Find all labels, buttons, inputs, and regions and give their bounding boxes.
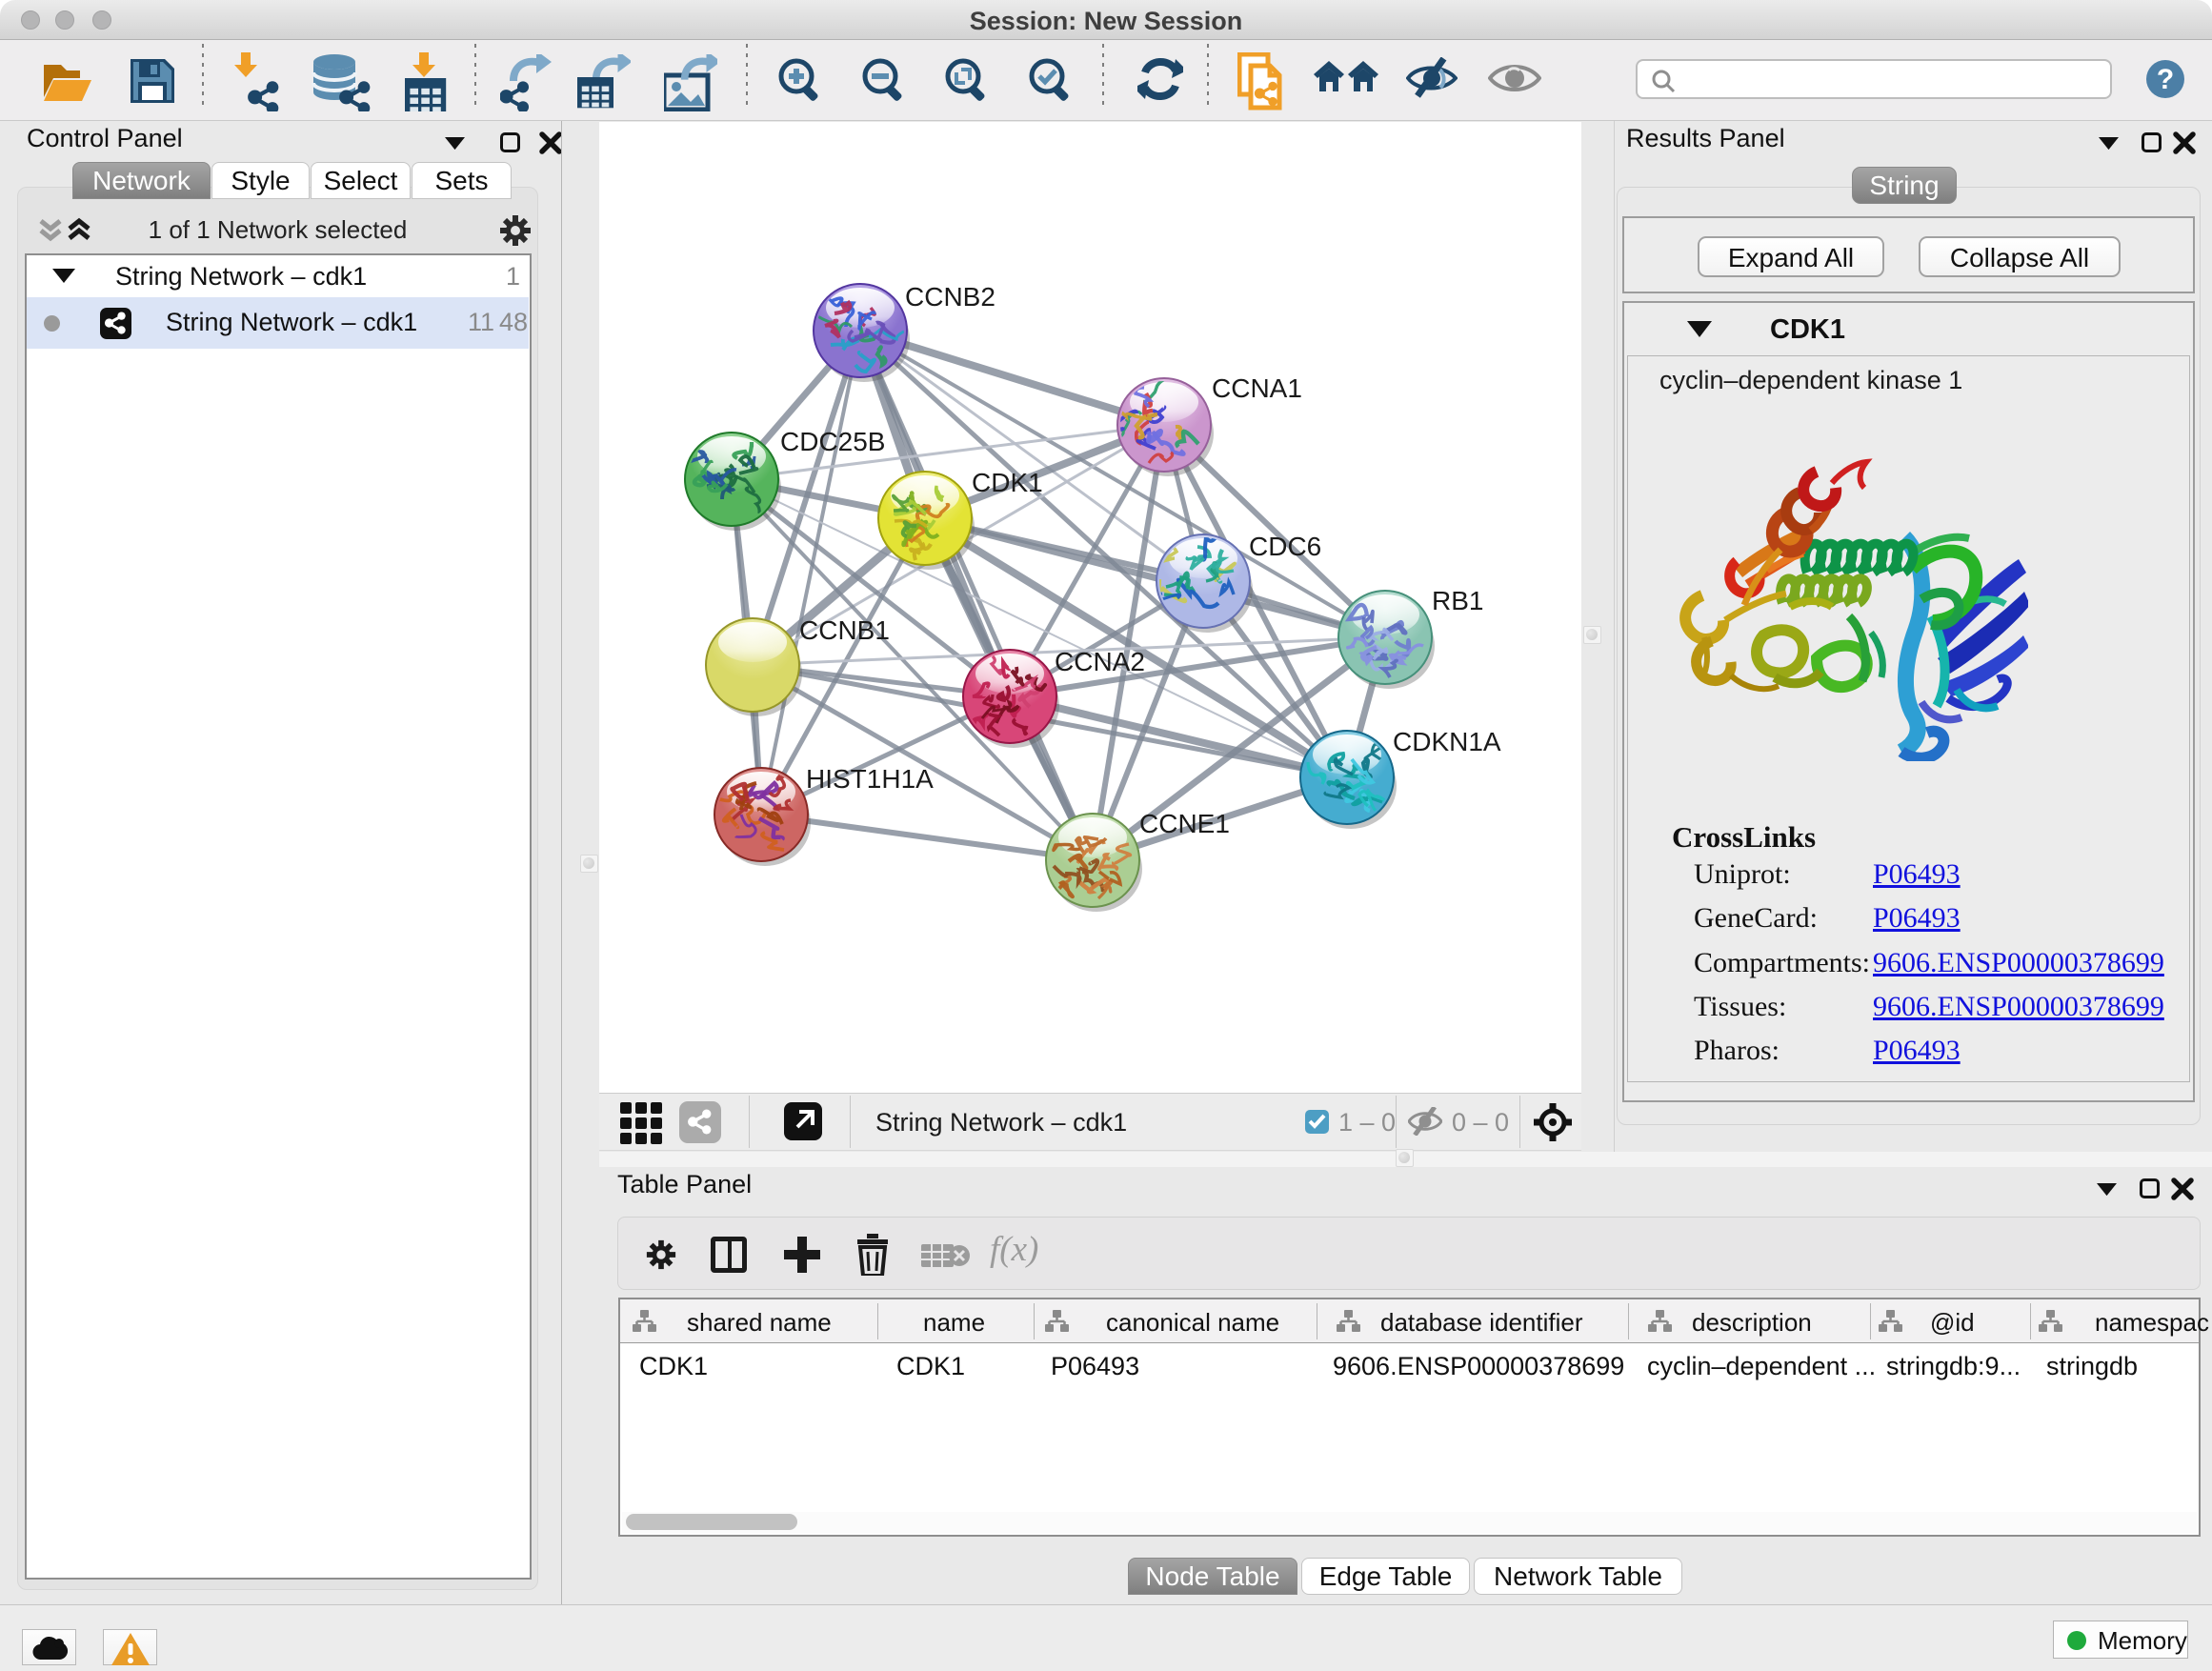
svg-text:CCNA1: CCNA1 — [1212, 373, 1302, 403]
svg-text:HIST1H1A: HIST1H1A — [806, 764, 934, 794]
svg-text:CDC6: CDC6 — [1249, 532, 1321, 561]
svg-text:RB1: RB1 — [1432, 586, 1483, 615]
svg-text:CCNA2: CCNA2 — [1055, 647, 1145, 676]
svg-text:CCNB1: CCNB1 — [799, 615, 890, 645]
svg-text:CDK1: CDK1 — [972, 468, 1043, 497]
svg-text:CDKN1A: CDKN1A — [1393, 727, 1501, 756]
svg-text:CCNB2: CCNB2 — [905, 282, 995, 312]
svg-text:CCNE1: CCNE1 — [1139, 809, 1230, 838]
svg-text:?: ? — [2157, 64, 2174, 95]
svg-text:CDC25B: CDC25B — [780, 427, 885, 456]
